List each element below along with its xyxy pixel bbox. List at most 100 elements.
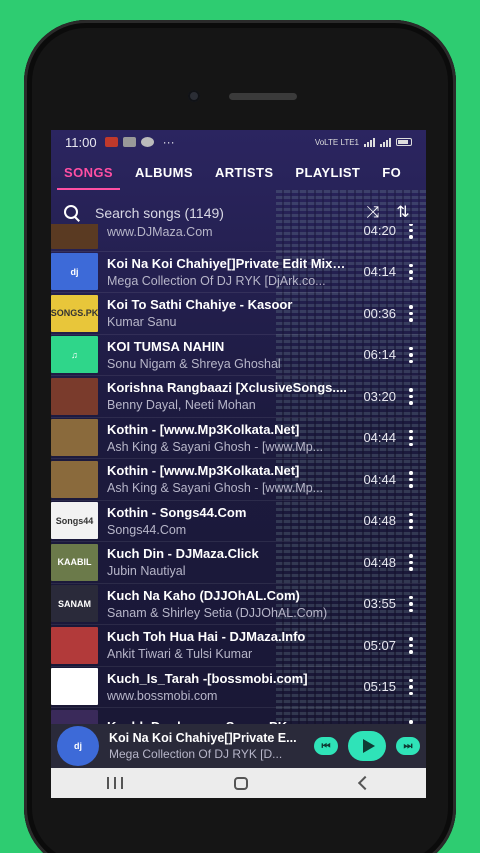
- song-row[interactable]: Kuchh Dard - www.Songs.PK: [51, 708, 426, 724]
- tab-songs[interactable]: SONGS: [53, 165, 124, 190]
- album-art-thumbnail: SANAM: [51, 585, 98, 623]
- search-bar[interactable]: Search songs (1149) ⤨ ⇅: [51, 194, 426, 232]
- more-notifications: ···: [162, 135, 175, 149]
- song-row[interactable]: ♫ KOI TUMSA NAHIN Sonu Nigam & Shreya Ghos…: [51, 335, 426, 376]
- song-duration: 03:20: [363, 388, 396, 404]
- song-duration: 05:07: [363, 637, 396, 653]
- song-info: Kothin - [www.Mp3Kolkata.Net] Ash King & …: [107, 422, 352, 454]
- sync-icon: [140, 137, 154, 147]
- system-nav-bar: [51, 768, 426, 798]
- song-duration: 04:48: [363, 513, 396, 529]
- more-options-icon[interactable]: [402, 428, 420, 448]
- status-time: 11:00: [65, 134, 97, 150]
- album-art-thumbnail: ♫: [51, 336, 98, 374]
- more-options-icon[interactable]: [402, 677, 420, 697]
- song-artist: Songs44.Com: [107, 522, 187, 537]
- song-duration: 03:55: [363, 596, 396, 612]
- song-duration: 04:14: [363, 264, 396, 280]
- song-title: Kuch Toh Hua Hai - DJMaza.Info: [107, 629, 306, 645]
- song-duration: 06:14: [363, 347, 396, 363]
- now-playing-title: Koi Na Koi Chahiye[]Private E...: [109, 731, 297, 745]
- song-title: Kuch Din - DJMaza.Click: [107, 546, 259, 562]
- tab-artists[interactable]: ARTISTS: [204, 165, 284, 190]
- gallery-icon: [122, 137, 136, 147]
- song-artist: Benny Dayal, Neeti Mohan: [107, 398, 256, 413]
- song-info: Kothin - Songs44.Com Songs44.Com: [107, 505, 352, 537]
- status-bar: 11:00 ··· VoLTE LTE1: [51, 130, 426, 154]
- more-options-icon[interactable]: [402, 345, 420, 365]
- battery-icon: [396, 138, 412, 146]
- song-list[interactable]: www.DJMaza.Com 04:20 dj Koi Na Koi Chahiye[…: [51, 224, 426, 724]
- song-row[interactable]: KAABIL Kuch Din - DJMaza.Click Jubin Nauti…: [51, 542, 426, 584]
- song-list-inner: www.DJMaza.Com 04:20 dj Koi Na Koi Chahiye[…: [51, 224, 426, 724]
- play-button[interactable]: [348, 731, 386, 761]
- song-artist: Mega Collection Of DJ RYK [DjArk.co...: [107, 273, 326, 288]
- now-playing-artist: Mega Collection Of DJ RYK [D...: [109, 747, 283, 761]
- search-input[interactable]: Search songs (1149): [95, 205, 354, 221]
- album-art-thumbnail: KAABIL: [51, 543, 98, 581]
- song-info: Kothin - [www.Mp3Kolkata.Net] Ash King & …: [107, 463, 352, 495]
- song-row[interactable]: Korishna Rangbaazi [XclusiveSongs.... Ben…: [51, 376, 426, 418]
- search-icon[interactable]: [63, 204, 81, 222]
- song-title: Koi Na Koi Chahiye[]Private Edit Mix(...: [107, 255, 347, 271]
- back-icon[interactable]: [358, 775, 373, 791]
- song-artist: Ash King & Sayani Ghosh - [www.Mp...: [107, 439, 324, 454]
- tab-folders[interactable]: FO: [371, 165, 412, 190]
- song-title: Kothin - [www.Mp3Kolkata.Net]: [107, 421, 300, 437]
- recents-icon[interactable]: [106, 777, 123, 789]
- home-icon[interactable]: [234, 776, 249, 790]
- album-art-thumbnail: [51, 668, 98, 706]
- song-title: Kuch_Is_Tarah -[bossmobi.com]: [107, 670, 308, 686]
- more-options-icon[interactable]: [402, 469, 420, 489]
- song-title: Koi To Sathi Chahiye - Kasoor: [107, 297, 293, 313]
- song-artist: Sonu Nigam & Shreya Ghoshal: [107, 356, 281, 371]
- album-art-thumbnail: SONGS.PK: [51, 294, 98, 332]
- network-label: VoLTE LTE1: [314, 137, 359, 147]
- song-row[interactable]: dj Koi Na Koi Chahiye[]Private Edit Mix(.…: [51, 252, 426, 293]
- previous-button[interactable]: ⏮: [314, 737, 338, 755]
- signal-icon: [364, 137, 375, 147]
- next-button[interactable]: ⏭: [396, 737, 420, 755]
- song-row[interactable]: Kuch Toh Hua Hai - DJMaza.Info Ankit Tiwa…: [51, 625, 426, 667]
- song-artist: Jubin Nautiyal: [107, 564, 186, 579]
- song-duration: 04:44: [363, 471, 396, 487]
- song-row[interactable]: SANAM Kuch Na Kaho (DJJOhAL.Com) Sanam & S…: [51, 584, 426, 625]
- tab-albums[interactable]: ALBUMS: [124, 165, 204, 190]
- more-options-icon[interactable]: [402, 262, 420, 282]
- song-title: Kuch Na Kaho (DJJOhAL.Com): [107, 587, 300, 603]
- sort-icon[interactable]: ⇅: [392, 203, 414, 223]
- song-title: KOI TUMSA NAHIN: [107, 338, 225, 354]
- song-info: Koi To Sathi Chahiye - Kasoor Kumar Sanu: [107, 297, 352, 329]
- album-art-thumbnail: [51, 709, 98, 724]
- more-options-icon[interactable]: [402, 303, 420, 323]
- song-info: KOI TUMSA NAHIN Sonu Nigam & Shreya Ghosh…: [107, 339, 352, 371]
- more-options-icon[interactable]: [402, 635, 420, 655]
- song-artist: Kumar Sanu: [107, 315, 177, 330]
- song-artist: Ankit Tiwari & Tulsi Kumar: [107, 647, 253, 662]
- song-title: Kothin - [www.Mp3Kolkata.Net]: [107, 463, 300, 479]
- song-artist: Ash King & Sayani Ghosh - [www.Mp...: [107, 481, 324, 496]
- album-art-thumbnail: [51, 377, 98, 415]
- song-row[interactable]: Kothin - [www.Mp3Kolkata.Net] Ash King & …: [51, 459, 426, 501]
- album-art-thumbnail: Songs44: [51, 502, 98, 540]
- shuffle-icon[interactable]: ⤨: [362, 203, 384, 223]
- song-duration: 05:15: [363, 679, 396, 695]
- song-info: Kuch Na Kaho (DJJOhAL.Com) Sanam & Shirle…: [107, 588, 352, 620]
- more-options-icon[interactable]: [402, 511, 420, 531]
- album-art-thumbnail: [51, 419, 98, 457]
- more-options-icon[interactable]: [402, 386, 420, 406]
- song-row[interactable]: Kuch_Is_Tarah -[bossmobi.com] www.bossmob…: [51, 667, 426, 708]
- song-info: Kuch Toh Hua Hai - DJMaza.Info Ankit Tiwa…: [107, 629, 352, 661]
- more-options-icon[interactable]: [402, 552, 420, 572]
- notification-icon: [104, 137, 118, 147]
- now-playing-artwork: dj: [57, 726, 99, 766]
- song-row[interactable]: Songs44 Kothin - Songs44.Com Songs44.Com 04…: [51, 501, 426, 542]
- song-duration: 04:44: [363, 430, 396, 446]
- mini-player[interactable]: dj Koi Na Koi Chahiye[]Private E... Mega…: [51, 724, 426, 768]
- song-row[interactable]: SONGS.PK Koi To Sathi Chahiye - Kasoor Kum…: [51, 293, 426, 335]
- song-row[interactable]: Kothin - [www.Mp3Kolkata.Net] Ash King & …: [51, 418, 426, 459]
- tab-playlist[interactable]: PLAYLIST: [284, 165, 371, 190]
- tab-bar: SONGS ALBUMS ARTISTS PLAYLIST FO: [51, 154, 426, 190]
- now-playing-info: Koi Na Koi Chahiye[]Private E... Mega Co…: [109, 731, 308, 761]
- more-options-icon[interactable]: [402, 594, 420, 614]
